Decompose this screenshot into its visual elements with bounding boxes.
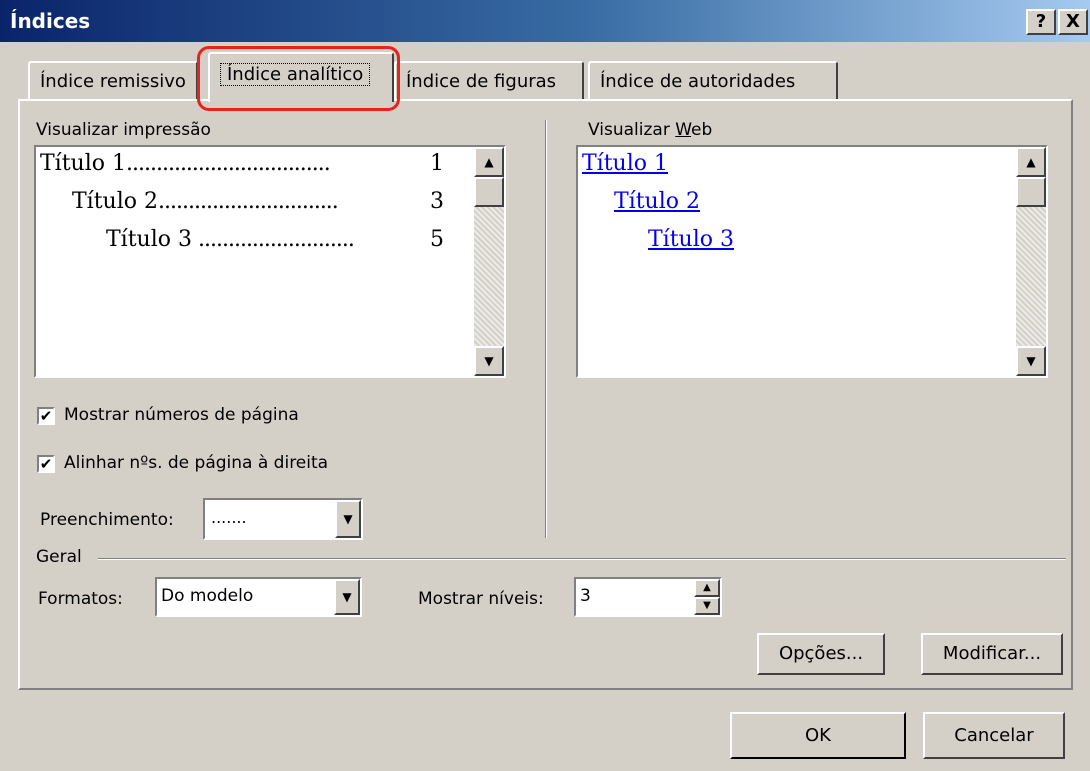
scroll-down-icon[interactable]: ▼ [474, 346, 504, 376]
toc-entry: Título 1................................… [40, 151, 444, 176]
toc-entry: Título 2.............................. 3 [72, 189, 444, 214]
fill-dropdown[interactable]: ....... ▼ [203, 498, 363, 540]
help-button[interactable]: ? [1026, 9, 1056, 35]
levels-spinner[interactable]: 3 ▲ ▼ [574, 577, 722, 617]
web-preview-label: Visualizar Web [588, 120, 713, 140]
levels-label: Mostrar níveis: [418, 589, 544, 609]
chevron-down-icon[interactable]: ▼ [335, 500, 361, 538]
general-divider [98, 558, 1066, 560]
print-preview-label: Visualizar impressão [36, 120, 211, 140]
tab-indice-remissivo[interactable]: Índice remissivo [28, 61, 198, 99]
tab-label: Índice remissivo [40, 71, 186, 92]
chevron-down-icon[interactable]: ▼ [334, 579, 360, 615]
close-button[interactable]: X [1058, 9, 1088, 35]
scroll-thumb[interactable] [474, 177, 504, 207]
align-page-numbers-label: Alinhar nºs. de página à direita [64, 453, 329, 473]
general-label: Geral [36, 547, 82, 567]
tab-indice-de-autoridades[interactable]: Índice de autoridades [588, 61, 838, 99]
formats-dropdown[interactable]: Do modelo ▼ [155, 577, 362, 617]
scroll-thumb[interactable] [1016, 177, 1046, 207]
print-preview-scrollbar[interactable]: ▲ ▼ [474, 147, 504, 376]
web-preview-box: Título 1 Título 2 Título 3 ▲ ▼ [576, 145, 1048, 378]
formats-value: Do modelo [161, 586, 254, 606]
spin-down-icon[interactable]: ▼ [694, 597, 720, 615]
toc-link[interactable]: Título 2 [614, 189, 700, 214]
vertical-divider [545, 120, 547, 538]
show-page-numbers-checkbox[interactable]: ✔ [37, 407, 55, 425]
tab-label: Índice de figuras [406, 71, 557, 92]
cancel-button[interactable]: Cancelar [923, 712, 1065, 759]
scroll-up-icon[interactable]: ▲ [1016, 147, 1046, 177]
scroll-down-icon[interactable]: ▼ [1016, 346, 1046, 376]
window-title: Índices [10, 9, 91, 33]
web-preview-scrollbar[interactable]: ▲ ▼ [1016, 147, 1046, 376]
toc-link[interactable]: Título 3 [648, 227, 734, 252]
show-page-numbers-label: Mostrar números de página [64, 405, 299, 425]
options-button[interactable]: Opções... [757, 633, 885, 675]
highlight-annotation [197, 46, 400, 111]
fill-label: Preenchimento: [40, 510, 174, 530]
align-page-numbers-checkbox[interactable]: ✔ [37, 455, 55, 473]
formats-label: Formatos: [38, 589, 123, 609]
tab-label: Índice de autoridades [600, 71, 796, 92]
ok-button[interactable]: OK [730, 712, 906, 759]
spin-up-icon[interactable]: ▲ [694, 579, 720, 597]
toc-link[interactable]: Título 1 [582, 151, 668, 176]
tab-indice-de-figuras[interactable]: Índice de figuras [394, 61, 584, 99]
title-bar [0, 0, 1090, 42]
modify-button[interactable]: Modificar... [921, 633, 1063, 675]
scroll-up-icon[interactable]: ▲ [474, 147, 504, 177]
print-preview-box: Título 1................................… [34, 145, 506, 378]
toc-entry: Título 3 .......................... 5 [106, 227, 444, 252]
levels-value: 3 [580, 586, 591, 606]
fill-value: ....... [211, 508, 247, 527]
